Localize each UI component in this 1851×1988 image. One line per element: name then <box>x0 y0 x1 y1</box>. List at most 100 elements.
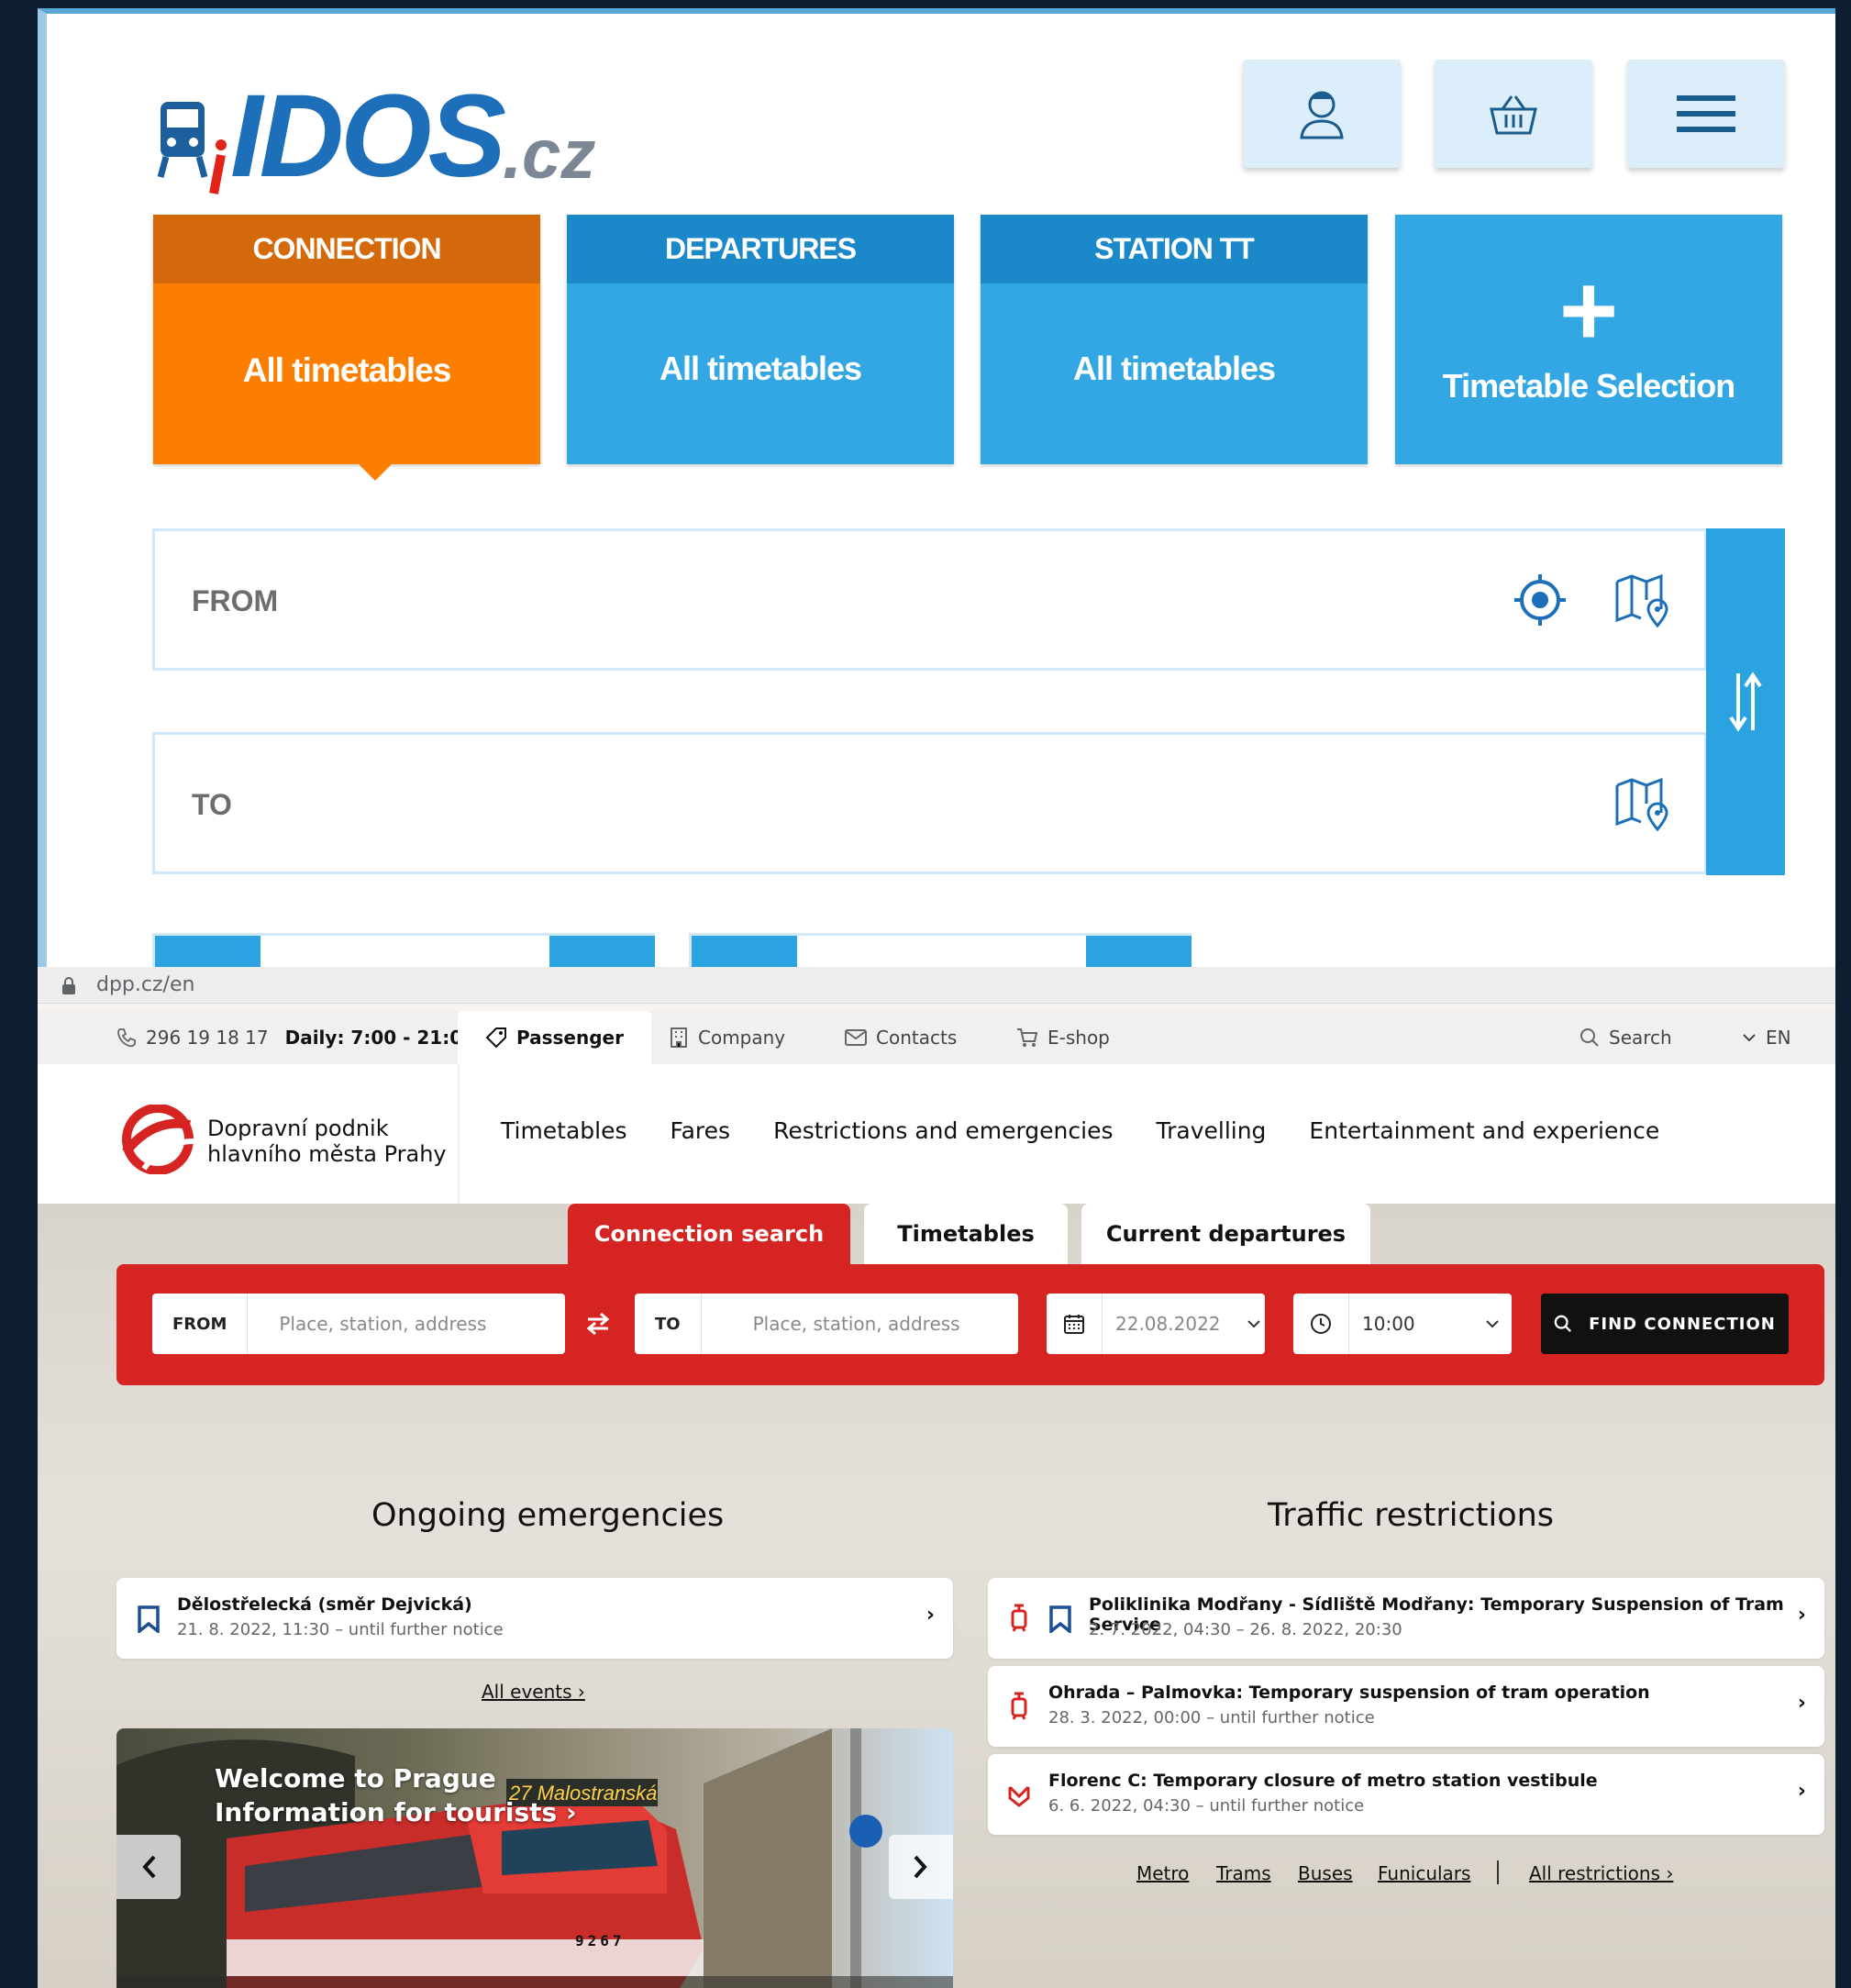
tab-connection-search[interactable]: Connection search <box>568 1204 850 1264</box>
tab-timetables[interactable]: Timetables <box>864 1204 1068 1264</box>
tile-departures[interactable]: DEPARTURES All timetables <box>567 215 954 464</box>
hero-section: Connection search Timetables Current dep… <box>38 1204 1835 1988</box>
calendar-icon <box>1047 1294 1103 1354</box>
swap-button[interactable] <box>1706 528 1785 875</box>
search-tabs: Connection search Timetables Current dep… <box>568 1204 1370 1264</box>
nav-passenger[interactable]: Passenger <box>458 1011 651 1064</box>
tile-head: STATION TT <box>981 215 1368 283</box>
restriction-item-date: 28. 3. 2022, 00:00 – until further notic… <box>1048 1708 1375 1727</box>
filter-buses[interactable]: Buses <box>1298 1862 1353 1884</box>
main-nav-timetables[interactable]: Timetables <box>501 1117 627 1144</box>
map-pin-icon[interactable] <box>1613 572 1670 629</box>
find-connection-button[interactable]: FIND CONNECTION <box>1541 1294 1789 1354</box>
basket-button[interactable] <box>1435 60 1592 168</box>
dpp-logo-icon[interactable] <box>116 1105 199 1174</box>
lock-icon <box>62 976 75 994</box>
tag-icon <box>485 1027 506 1049</box>
restriction-item[interactable]: Poliklinika Modřany - Sídliště Modřany: … <box>988 1578 1824 1659</box>
main-nav-travelling[interactable]: Travelling <box>1157 1117 1267 1144</box>
chevron-down-icon <box>1485 1320 1499 1328</box>
chevron-right-icon: › <box>577 1681 585 1703</box>
time-input[interactable]: 10:00 <box>1293 1294 1512 1354</box>
tile-head: CONNECTION <box>153 215 540 283</box>
restrictions-title: Traffic restrictions <box>1268 1497 1555 1534</box>
to-label: TO <box>192 788 232 821</box>
swap-vertical-icon <box>1729 672 1762 732</box>
tile-connection[interactable]: CONNECTION All timetables <box>153 215 540 464</box>
emergency-item[interactable]: Dělostřelecká (směr Dejvická) 21. 8. 202… <box>116 1578 953 1659</box>
connection-search-bar: FROM Place, station, address TO Place, s… <box>116 1264 1824 1385</box>
time-field-partial[interactable] <box>689 933 1192 967</box>
date-field-partial[interactable] <box>152 933 655 967</box>
tram-destination-sign: 27 Malostranská <box>509 1782 658 1805</box>
active-tile-pointer <box>359 464 392 481</box>
all-restrictions-label: All restrictions <box>1529 1862 1661 1884</box>
opening-hours: Daily: 7:00 - 21:00 <box>284 1027 476 1049</box>
filter-funiculars[interactable]: Funiculars <box>1378 1862 1470 1884</box>
menu-button[interactable] <box>1627 60 1785 168</box>
carousel-next-button[interactable] <box>889 1835 953 1899</box>
chevron-down-icon <box>1743 1034 1756 1042</box>
cart-icon <box>1017 1028 1038 1047</box>
chevron-right-icon: › <box>1797 1692 1806 1715</box>
tile-body: All timetables <box>1072 350 1276 387</box>
restriction-item[interactable]: Ohrada – Palmovka: Temporary suspension … <box>988 1666 1824 1747</box>
nav-company-label: Company <box>698 1027 786 1049</box>
all-restrictions-link[interactable]: All restrictions › <box>1529 1862 1673 1884</box>
to-field[interactable]: TO <box>152 732 1707 874</box>
main-nav-restrictions[interactable]: Restrictions and emergencies <box>773 1117 1113 1144</box>
filter-metro[interactable]: Metro <box>1136 1862 1189 1884</box>
filter-trams[interactable]: Trams <box>1216 1862 1271 1884</box>
from-field[interactable]: FROM <box>152 528 1707 671</box>
tile-head: DEPARTURES <box>567 215 954 283</box>
nav-company[interactable]: Company <box>669 1011 785 1064</box>
dpp-window: dpp.cz/en 296 19 18 17 Daily: 7:00 - 21:… <box>38 967 1835 1988</box>
time-value: 10:00 <box>1362 1313 1415 1335</box>
tab-current-departures[interactable]: Current departures <box>1081 1204 1370 1264</box>
tram-number: 9267 <box>575 1932 626 1949</box>
nav-search[interactable]: Search <box>1579 1011 1672 1064</box>
divider <box>458 1064 460 1204</box>
chevron-right-icon: › <box>1797 1780 1806 1803</box>
language-select[interactable]: EN <box>1742 1011 1791 1064</box>
idos-logo[interactable]: IDOS .cz <box>157 78 595 195</box>
logo-line-1: Dopravní podnik <box>207 1116 389 1141</box>
chevron-left-icon <box>142 1855 156 1879</box>
logo-line-2: hlavního města Prahy <box>207 1141 447 1167</box>
user-button[interactable] <box>1243 60 1401 168</box>
restriction-item[interactable]: Florenc C: Temporary closure of metro st… <box>988 1754 1824 1835</box>
tile-station-tt[interactable]: STATION TT All timetables <box>981 215 1368 464</box>
emergency-item-title: Dělostřelecká (směr Dejvická) <box>177 1594 472 1615</box>
search-icon <box>1554 1315 1572 1332</box>
tile-timetable-selection[interactable]: + Timetable Selection <box>1395 215 1782 464</box>
user-icon <box>1300 91 1344 139</box>
nav-contacts-label: Contacts <box>876 1027 958 1049</box>
dpp-logo-text[interactable]: Dopravní podnik hlavního města Prahy <box>207 1116 447 1167</box>
hamburger-icon <box>1677 95 1735 132</box>
main-nav: Dopravní podnik hlavního města Prahy Tim… <box>38 1064 1835 1204</box>
tourist-banner[interactable]: Welcome to Prague Information for touris… <box>116 1728 953 1988</box>
date-value: 22.08.2022 <box>1115 1313 1221 1335</box>
nav-eshop[interactable]: E-shop <box>1016 1011 1110 1064</box>
clock-icon <box>1293 1294 1349 1354</box>
banner-line-2: Information for tourists <box>215 1797 558 1827</box>
to-input[interactable]: TO Place, station, address <box>635 1294 1018 1354</box>
locate-icon[interactable] <box>1513 572 1568 627</box>
main-nav-entertainment[interactable]: Entertainment and experience <box>1309 1117 1659 1144</box>
phone-contact[interactable]: 296 19 18 17 Daily: 7:00 - 21:00 <box>116 1011 475 1064</box>
building-icon <box>671 1027 687 1048</box>
nav-search-label: Search <box>1609 1027 1672 1049</box>
address-bar[interactable]: dpp.cz/en <box>38 967 1835 1004</box>
carousel-prev-button[interactable] <box>116 1835 181 1899</box>
swap-icon[interactable] <box>584 1310 612 1338</box>
date-input[interactable]: 22.08.2022 <box>1047 1294 1265 1354</box>
map-pin-icon[interactable] <box>1613 776 1670 833</box>
from-input[interactable]: FROM Place, station, address <box>152 1294 565 1354</box>
logo-brand: IDOS <box>230 71 506 202</box>
main-nav-fares[interactable]: Fares <box>671 1117 731 1144</box>
from-label: FROM <box>192 584 279 617</box>
all-events-link[interactable]: All events › <box>482 1681 585 1703</box>
nav-contacts[interactable]: Contacts <box>845 1011 957 1064</box>
language-label: EN <box>1766 1027 1791 1049</box>
chevron-right-icon: › <box>926 1604 935 1627</box>
